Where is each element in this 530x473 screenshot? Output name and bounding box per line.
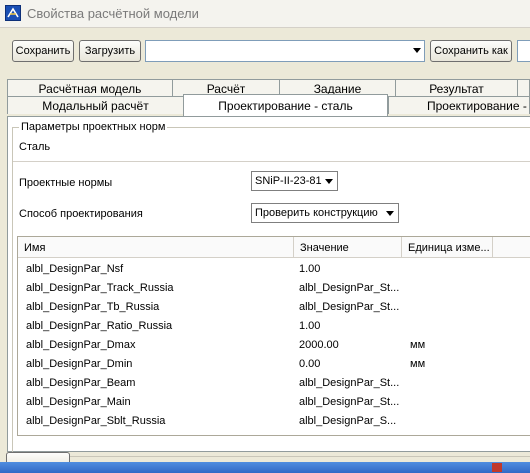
column-header-filler [493,237,530,258]
cell-name: albl_DesignPar_Dmax [26,338,136,351]
cell-value: 1.00 [299,262,321,275]
cell-unit [410,411,500,430]
cell-name: albl_DesignPar_Beam [26,376,136,389]
parameters-table[interactable]: Имя Значение Единица изме... albl_Design… [17,236,530,436]
column-header-name[interactable]: Имя [18,237,294,258]
tab-design-model[interactable]: Расчётная модель [7,79,173,97]
table-row[interactable]: albl_DesignPar_Main albl_DesignPar_St... [18,392,530,411]
group-title: Параметры проектных норм [19,121,168,133]
cell-unit: мм [410,338,426,351]
cell-value: albl_DesignPar_St... [299,376,400,389]
chevron-down-icon[interactable] [386,211,394,216]
table-row[interactable]: albl_DesignPar_Tb_Russia albl_DesignPar_S… [18,297,530,316]
preset-combobox[interactable] [145,40,425,62]
tab-result[interactable]: Результат [395,79,518,97]
norms-value: SNiP-II-23-81 [255,175,322,187]
title-bar: Свойства расчётной модели [0,0,530,28]
chevron-down-icon[interactable] [413,48,421,53]
cell-name: albl_DesignPar_Tb_Russia [26,300,160,313]
cell-value: 0.00 [299,357,321,370]
table-row[interactable]: albl_DesignPar_Sblt_Russia albl_DesignPar… [18,411,530,430]
tab-row-bottom: Модальный расчёт Проектирование - сталь … [0,94,530,116]
cell-name: albl_DesignPar_Track_Russia [26,281,174,294]
divider [13,161,530,162]
cell-name: albl_DesignPar_Nsf [26,262,124,275]
table-header: Имя Значение Единица изме... [18,237,530,258]
tray-icon [492,463,502,472]
table-row[interactable]: albl_DesignPar_Ratio_Russia 1.00 [18,316,530,335]
cell-name: albl_DesignPar_Main [26,395,131,408]
column-header-unit[interactable]: Единица изме... [402,237,493,258]
cell-value: albl_DesignPar_St... [299,395,400,408]
table-row[interactable]: albl_DesignPar_Dmax 2000.00 мм [18,335,530,354]
cell-name: albl_DesignPar_Dmin [26,357,133,370]
table-row[interactable]: albl_DesignPar_Track_Russia albl_DesignPa… [18,278,530,297]
method-dropdown[interactable]: Проверить конструкцию [251,203,399,223]
chevron-down-icon[interactable] [325,179,333,184]
cell-value: 1.00 [299,319,321,332]
cell-unit [410,259,500,278]
tab-steel-design[interactable]: Проектирование - сталь [183,94,388,116]
column-header-value[interactable]: Значение [294,237,402,258]
table-row[interactable]: albl_DesignPar_Dmin 0.00 мм [18,354,530,373]
model-properties-icon [5,5,21,21]
taskbar [0,462,530,473]
tab-modal-analysis[interactable]: Модальный расчёт [7,96,184,114]
cell-unit: мм [410,357,426,370]
tab-overflow[interactable] [517,79,530,97]
window-title: Свойства расчётной модели [27,6,199,21]
norms-dropdown[interactable]: SNiP-II-23-81 [251,171,338,191]
table-row[interactable]: albl_DesignPar_Nsf 1.00 [18,259,530,278]
cell-value: albl_DesignPar_St... [299,300,400,313]
tab-concrete-design[interactable]: Проектирование - бе [388,96,530,114]
material-label: Сталь [19,141,51,153]
load-button[interactable]: Загрузить [79,40,141,62]
secondary-combobox[interactable] [517,40,530,62]
method-value: Проверить конструкцию [255,207,378,219]
cell-name: albl_DesignPar_Sblt_Russia [26,414,166,427]
cell-unit [410,316,500,335]
cell-unit [410,297,500,316]
cell-value: albl_DesignPar_St... [299,281,400,294]
cell-unit [410,373,500,392]
cell-name: albl_DesignPar_Ratio_Russia [26,319,173,332]
save-button[interactable]: Сохранить [12,40,74,62]
table-row[interactable]: albl_DesignPar_Beam albl_DesignPar_St... [18,373,530,392]
toolbar: Сохранить Загрузить Сохранить как [0,28,530,70]
norms-label: Проектные нормы [19,177,113,189]
save-as-button[interactable]: Сохранить как [430,40,512,62]
method-label: Способ проектирования [19,208,143,220]
cell-unit [410,278,500,297]
cell-value: 2000.00 [299,338,339,351]
cell-value: albl_DesignPar_S... [299,414,397,427]
cell-unit [410,392,500,411]
